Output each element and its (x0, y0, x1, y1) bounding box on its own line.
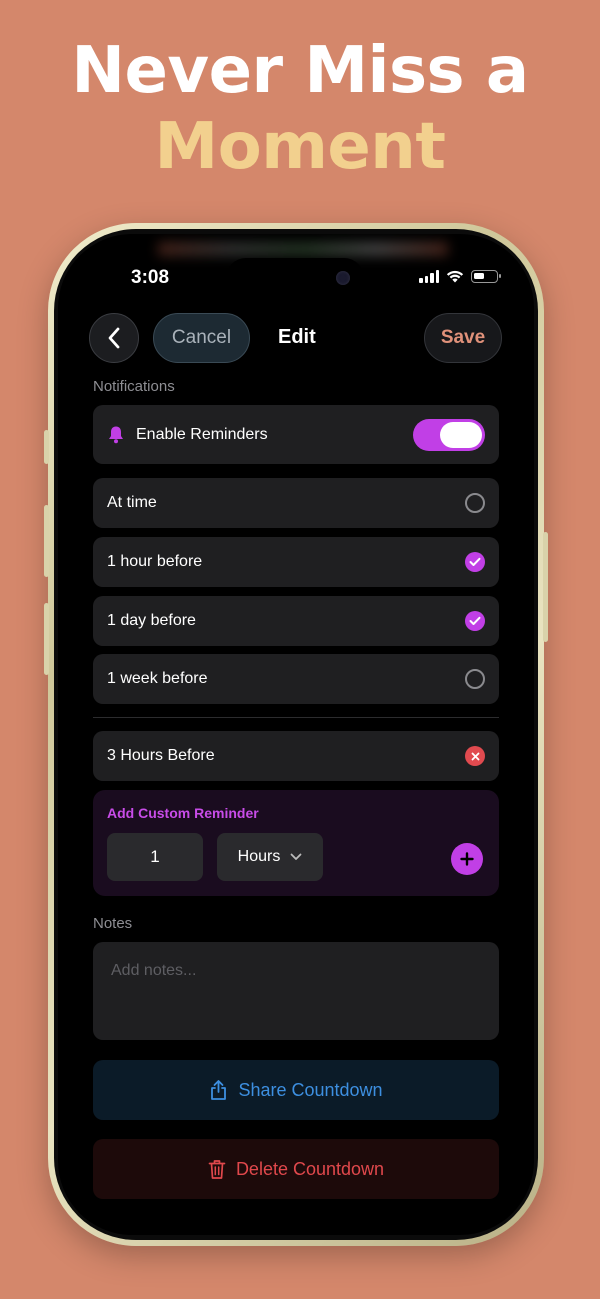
enable-reminders-toggle[interactable] (413, 418, 485, 451)
checkmark-circle-icon (465, 552, 485, 572)
headline-line-1: Never Miss a (71, 34, 529, 108)
bell-icon (109, 426, 123, 444)
app-screen: 3:08 Cancel Edit Save Notifications Enab… (58, 234, 534, 1235)
reminder-option-label: 1 day before (107, 612, 196, 629)
reminder-option-at-time[interactable]: At time (93, 478, 499, 528)
notes-input[interactable]: Add notes... (93, 942, 499, 1040)
delete-countdown-button[interactable]: Delete Countdown (93, 1139, 499, 1199)
share-countdown-button[interactable]: Share Countdown (93, 1060, 499, 1120)
custom-reminder-item: 3 Hours Before (93, 731, 499, 781)
dynamic-island (226, 258, 364, 298)
share-icon (211, 1080, 227, 1100)
add-custom-reminder-title: Add Custom Reminder (107, 805, 259, 821)
add-custom-reminder-panel: Add Custom Reminder 1 Hours (93, 790, 499, 896)
close-icon (471, 752, 479, 760)
reminder-unit-select[interactable]: Hours (217, 833, 323, 881)
phone-volume-up (44, 505, 49, 577)
radio-unchecked-icon (465, 493, 485, 513)
radio-unchecked-icon (465, 669, 485, 689)
enable-reminders-label: Enable Reminders (136, 425, 268, 443)
enable-reminders-row: Enable Reminders (93, 405, 499, 464)
battery-icon (471, 270, 501, 283)
chevron-left-icon (108, 327, 120, 349)
remove-reminder-button[interactable] (465, 746, 485, 766)
reminder-option-label: 1 hour before (107, 553, 203, 570)
reminder-option-1-hour[interactable]: 1 hour before (93, 537, 499, 587)
trash-icon (208, 1159, 226, 1179)
plus-icon (460, 852, 474, 866)
phone-volume-down (44, 603, 49, 675)
background-glow (158, 242, 448, 256)
page-title: Edit (278, 326, 316, 348)
share-countdown-label: Share Countdown (238, 1079, 383, 1100)
save-button[interactable]: Save (424, 313, 502, 363)
custom-reminder-label: 3 Hours Before (107, 747, 215, 764)
status-time: 3:08 (131, 267, 170, 288)
add-reminder-button[interactable] (451, 843, 483, 875)
phone-power-button (543, 532, 548, 642)
divider (93, 717, 499, 718)
checkmark-circle-icon (465, 611, 485, 631)
reminder-amount-input[interactable]: 1 (107, 833, 203, 881)
reminder-option-label: 1 week before (107, 670, 208, 687)
reminder-unit-value: Hours (237, 848, 281, 865)
chevron-down-icon (290, 853, 302, 860)
wifi-icon (446, 270, 464, 283)
notifications-section-label: Notifications (93, 378, 175, 395)
headline-line-2: Moment (154, 110, 446, 184)
reminder-option-label: At time (107, 494, 157, 511)
notes-section-label: Notes (93, 915, 133, 932)
status-icons (419, 270, 501, 283)
reminder-option-1-week[interactable]: 1 week before (93, 654, 499, 704)
cancel-button[interactable]: Cancel (153, 313, 250, 363)
camera-icon (336, 271, 350, 285)
cellular-signal-icon (419, 270, 439, 283)
reminder-option-1-day[interactable]: 1 day before (93, 596, 499, 646)
phone-action-button (44, 430, 49, 464)
back-button[interactable] (89, 313, 139, 363)
delete-countdown-label: Delete Countdown (235, 1158, 385, 1179)
